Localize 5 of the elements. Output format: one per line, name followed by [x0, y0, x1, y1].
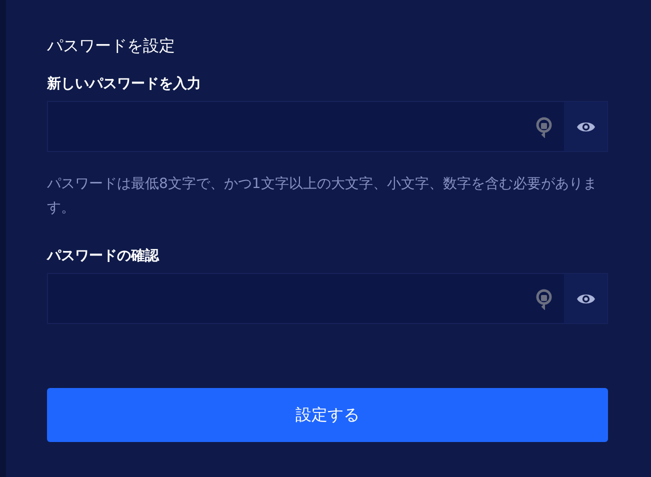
field-label: パスワードの確認 — [47, 247, 160, 266]
field-label: 新しいパスワードを入力 — [47, 74, 202, 94]
form-title: パスワードを設定 — [47, 35, 176, 57]
password-hint: パスワードは最低8文字で、かつ1文字以上の大文字、小文字、数字を含む必要があります。 — [47, 175, 598, 218]
submit-button[interactable]: 設定する — [47, 388, 608, 442]
